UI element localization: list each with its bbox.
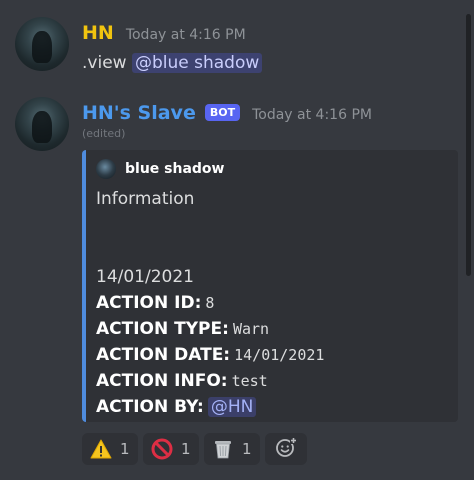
message-header: HN Today at 4:16 PM	[82, 21, 246, 45]
message-content: .view @blue shadow	[82, 51, 263, 75]
author-avatar-icon	[96, 159, 116, 179]
embed-field: ACTION ID: 8	[96, 290, 324, 316]
reactions-bar: 1 1 1	[82, 433, 307, 465]
reaction-wastebasket[interactable]: 1	[204, 433, 260, 465]
timestamp: Today at 4:16 PM	[252, 107, 372, 123]
field-label: ACTION BY:	[96, 397, 204, 417]
bot-avatar[interactable]	[15, 97, 69, 151]
username-bot[interactable]: HN's Slave	[82, 101, 196, 125]
embed-title-line: Information	[96, 189, 195, 209]
field-label: ACTION DATE:	[96, 345, 231, 365]
reaction-count: 1	[181, 440, 191, 458]
reaction-count: 1	[242, 440, 252, 458]
wastebasket-icon	[212, 438, 234, 460]
warning-icon	[90, 438, 112, 460]
user-mention[interactable]: @HN	[207, 397, 257, 417]
add-reaction-icon	[275, 436, 297, 462]
embed-author: blue shadow	[96, 159, 224, 179]
embed-field: ACTION INFO: test	[96, 368, 324, 394]
embed-field: ACTION DATE: 14/01/2021	[96, 342, 324, 368]
bot-badge: BOT	[204, 104, 241, 121]
add-reaction-button[interactable]	[265, 433, 307, 465]
embed-field: ACTION TYPE: Warn	[96, 316, 324, 342]
scrollbar[interactable]	[466, 14, 471, 276]
field-label: ACTION TYPE:	[96, 319, 229, 339]
user-avatar-hn[interactable]	[15, 17, 69, 71]
field-label: ACTION ID:	[96, 293, 202, 313]
message-header: HN's Slave BOT Today at 4:16 PM	[82, 101, 372, 125]
message-text: .view	[82, 53, 132, 73]
reaction-warning[interactable]: 1	[82, 433, 138, 465]
field-label: ACTION INFO:	[96, 371, 228, 391]
field-value: Warn	[232, 320, 270, 338]
field-value: 8	[205, 294, 215, 312]
no-entry-sign-icon	[151, 438, 173, 460]
embed-date-line: 14/01/2021	[96, 267, 194, 287]
edited-label: (edited)	[82, 127, 126, 140]
reaction-count: 1	[120, 440, 130, 458]
username-hn[interactable]: HN	[82, 21, 114, 45]
embed-card: blue shadow Information 14/01/2021 ACTIO…	[82, 150, 458, 422]
embed-description: Information 14/01/2021 ACTION ID: 8 ACTIO…	[96, 186, 324, 420]
embed-field: ACTION BY: @HN	[96, 394, 324, 420]
timestamp: Today at 4:16 PM	[125, 27, 246, 43]
user-mention[interactable]: @blue shadow	[131, 53, 263, 73]
field-value: 14/01/2021	[234, 346, 325, 364]
reaction-no-entry[interactable]: 1	[143, 433, 199, 465]
embed-author-name: blue shadow	[125, 161, 225, 177]
field-value: test	[231, 372, 268, 390]
